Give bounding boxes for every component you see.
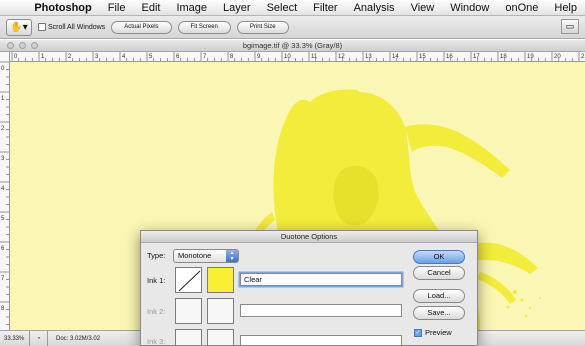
- document-title: bgimage.tif @ 33.3% (Gray/8): [242, 41, 343, 50]
- ruler-tick-label: 6: [1, 246, 5, 252]
- menu-select[interactable]: Select: [259, 2, 306, 14]
- ruler-tick-label: 3: [95, 54, 99, 60]
- status-info-icon: ◔: [36, 335, 41, 342]
- ruler-tick-label: 13: [365, 54, 372, 60]
- ruler-tick-label: 20: [554, 54, 561, 60]
- menu-file[interactable]: File: [100, 2, 134, 14]
- ruler-tick-label: 19: [527, 54, 534, 60]
- duotone-curve-icon: [178, 270, 201, 292]
- scroll-all-windows-checkbox[interactable]: [38, 23, 46, 31]
- zoom-level-field[interactable]: 33.33%: [0, 331, 30, 346]
- ruler-tick-label: 5: [1, 216, 5, 222]
- window-controls: [7, 42, 38, 49]
- ink3-curve-button[interactable]: [175, 329, 202, 345]
- ruler-tick-label: 21: [581, 54, 585, 60]
- ruler-tick-label: 11: [311, 54, 318, 60]
- ruler-tick-label: 1: [1, 96, 5, 102]
- menu-edit[interactable]: Edit: [133, 2, 168, 14]
- type-select[interactable]: Monotone ▲ ▼: [173, 249, 239, 263]
- scroll-all-windows-option[interactable]: Scroll All Windows: [38, 23, 105, 31]
- hand-tool-icon: ✋▾: [10, 21, 28, 33]
- dialog-title: Duotone Options: [141, 231, 477, 243]
- ruler-tick-label: 5: [149, 54, 153, 60]
- cancel-button[interactable]: Cancel: [413, 266, 465, 280]
- ruler-tick-label: 0: [1, 66, 5, 72]
- preview-checkbox[interactable]: ✓: [414, 328, 422, 337]
- menu-filter[interactable]: Filter: [305, 2, 345, 14]
- menu-bar: Photoshop File Edit Image Layer Select F…: [0, 0, 585, 16]
- ink2-curve-button[interactable]: [175, 298, 202, 324]
- ruler-tick-label: 0: [14, 54, 18, 60]
- type-label: Type:: [147, 251, 166, 260]
- save-button[interactable]: Save...: [413, 306, 465, 320]
- menu-photoshop[interactable]: Photoshop: [26, 2, 99, 14]
- ruler-tick-label: 15: [419, 54, 426, 60]
- tool-preset-picker[interactable]: ✋▾: [6, 18, 32, 36]
- ruler-tick-label: 8: [230, 54, 234, 60]
- select-arrows-icon: ▲ ▼: [226, 250, 238, 262]
- ruler-tick-label: 16: [446, 54, 453, 60]
- horizontal-ruler-ticks: 0123456789101112131415161718192021: [11, 52, 585, 61]
- options-bar: ✋▾ Scroll All Windows Actual Pixels Fit …: [0, 16, 585, 39]
- menu-analysis[interactable]: Analysis: [346, 2, 403, 14]
- ink3-name-field[interactable]: [240, 335, 402, 345]
- load-button[interactable]: Load...: [413, 289, 465, 303]
- menu-window[interactable]: Window: [442, 2, 497, 14]
- ok-button[interactable]: OK: [413, 250, 465, 264]
- ruler-tick-label: 4: [122, 54, 126, 60]
- fit-screen-button[interactable]: Fit Screen: [177, 20, 231, 34]
- menu-layer[interactable]: Layer: [215, 2, 259, 14]
- ruler-tick-label: 17: [473, 54, 480, 60]
- ruler-tick-label: 6: [176, 54, 180, 60]
- screen-mode-button[interactable]: ▭: [561, 19, 579, 34]
- preview-option[interactable]: ✓ Preview: [414, 328, 452, 337]
- ink1-curve-button[interactable]: [175, 267, 202, 293]
- ruler-tick-label: 18: [500, 54, 507, 60]
- document-size-info: Doc: 3.02M/3.02: [56, 335, 101, 342]
- ruler-tick-label: 12: [338, 54, 345, 60]
- duotone-options-dialog: Duotone Options Type: Monotone ▲ ▼ Ink 1:…: [140, 230, 478, 346]
- ruler-tick-label: 7: [1, 276, 5, 282]
- document-title-bar[interactable]: bgimage.tif @ 33.3% (Gray/8): [0, 40, 585, 52]
- ruler-tick-label: 8: [1, 306, 5, 312]
- scroll-all-windows-label: Scroll All Windows: [48, 23, 106, 31]
- ink2-name-field[interactable]: [240, 304, 402, 317]
- horizontal-ruler[interactable]: 0123456789101112131415161718192021: [10, 52, 585, 62]
- menu-view[interactable]: View: [403, 2, 443, 14]
- status-info-button[interactable]: ◔: [30, 331, 48, 346]
- close-window-button[interactable]: [7, 42, 14, 49]
- menu-image[interactable]: Image: [168, 2, 215, 14]
- actual-pixels-button[interactable]: Actual Pixels: [111, 20, 172, 34]
- ruler-tick-label: 4: [1, 186, 5, 192]
- ruler-tick-label: 2: [68, 54, 72, 60]
- zoom-window-button[interactable]: [31, 42, 38, 49]
- print-size-button[interactable]: Print Size: [236, 20, 289, 34]
- monitor-icon: ▭: [565, 21, 575, 31]
- menu-onone[interactable]: onOne: [497, 2, 546, 14]
- ink2-label: Ink 2:: [147, 307, 166, 316]
- ink2-color-swatch[interactable]: [207, 298, 234, 324]
- vertical-ruler[interactable]: 0 1 2 3 4 5 6 7 8: [0, 52, 10, 330]
- ink3-label: Ink 3:: [147, 337, 166, 346]
- menu-help[interactable]: Help: [546, 2, 585, 14]
- ruler-tick-label: 9: [257, 54, 261, 60]
- ruler-tick-label: 3: [1, 156, 5, 162]
- vertical-ruler-ticks: 0 1 2 3 4 5 6 7 8: [0, 61, 9, 325]
- ink1-color-swatch[interactable]: [207, 267, 234, 293]
- preview-label: Preview: [425, 328, 452, 337]
- ink1-name-field[interactable]: Clear: [240, 273, 402, 286]
- ruler-tick-label: 1: [41, 54, 45, 60]
- type-select-value: Monotone: [178, 251, 212, 260]
- ruler-tick-label: 2: [1, 126, 5, 132]
- minimize-window-button[interactable]: [19, 42, 26, 49]
- ruler-tick-label: 14: [392, 54, 399, 60]
- ink3-color-swatch[interactable]: [207, 329, 234, 345]
- ruler-tick-label: 7: [203, 54, 207, 60]
- ink1-label: Ink 1:: [147, 276, 166, 285]
- ruler-tick-label: 10: [284, 54, 291, 60]
